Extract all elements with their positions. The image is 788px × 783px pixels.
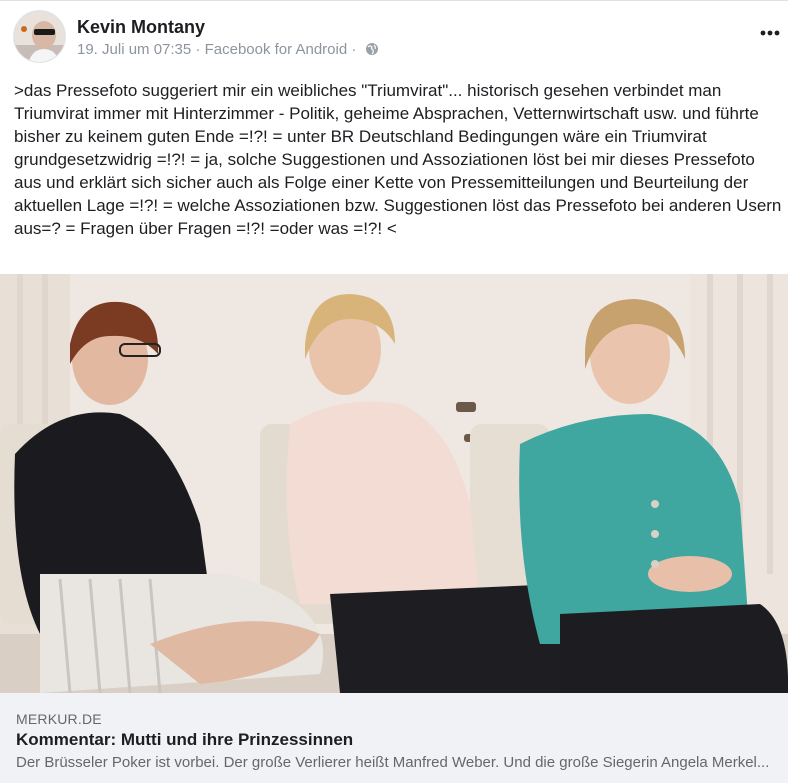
meta-separator: · <box>195 41 201 58</box>
more-horizontal-icon <box>760 30 780 36</box>
meta-separator: · <box>351 41 357 58</box>
more-options-button[interactable] <box>758 23 782 43</box>
post-text: >das Pressefoto suggeriert mir ein weibl… <box>14 81 787 238</box>
author-name[interactable]: Kevin Montany <box>77 17 205 38</box>
post-source: Facebook for Android <box>204 41 348 58</box>
avatar[interactable] <box>13 10 66 63</box>
link-title[interactable]: Kommentar: Mutti und ihre Prinzessinnen <box>16 730 353 750</box>
link-description: Der Brüsseler Poker ist vorbei. Der groß… <box>16 754 770 771</box>
post-header: Kevin Montany 19. Juli um 07:35 · Facebo… <box>0 1 788 71</box>
post-timestamp[interactable]: 19. Juli um 07:35 <box>77 41 191 58</box>
avatar-image <box>14 11 65 62</box>
link-preview[interactable]: MERKUR.DE Kommentar: Mutti und ihre Prin… <box>0 693 788 783</box>
facebook-post: Kevin Montany 19. Juli um 07:35 · Facebo… <box>0 0 788 783</box>
post-image[interactable] <box>0 274 788 693</box>
link-domain: MERKUR.DE <box>16 711 102 727</box>
press-photo <box>0 274 788 693</box>
globe-icon <box>365 42 379 60</box>
post-meta: 19. Juli um 07:35 · Facebook for Android… <box>77 41 379 60</box>
